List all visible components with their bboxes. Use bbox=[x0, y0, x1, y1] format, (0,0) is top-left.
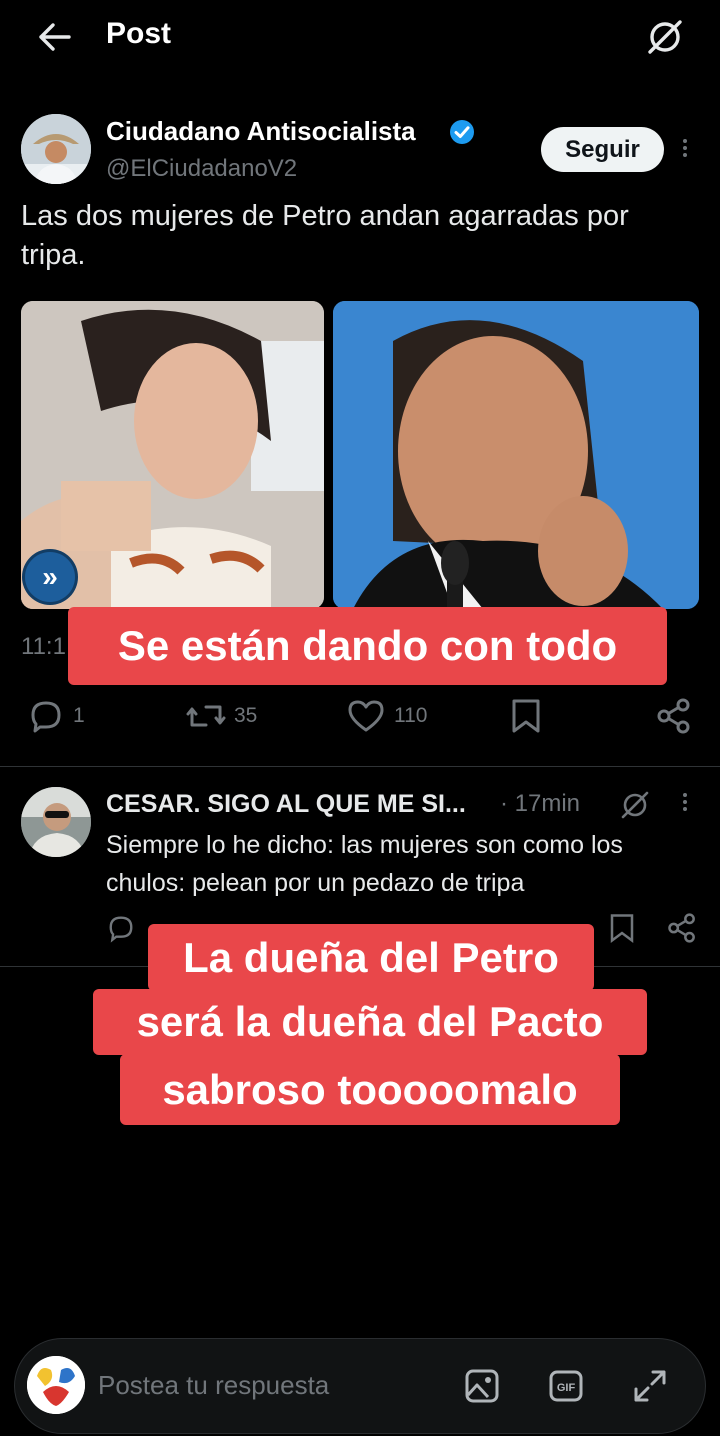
post-image-2[interactable] bbox=[333, 301, 699, 609]
reply-button[interactable] bbox=[106, 914, 136, 948]
svg-text:GIF: GIF bbox=[557, 1382, 576, 1394]
reply-author-avatar[interactable] bbox=[21, 787, 91, 857]
divider bbox=[0, 766, 720, 767]
author-name[interactable]: Ciudadano Antisocialista bbox=[106, 116, 416, 147]
overlay-caption-top: Se están dando con todo bbox=[68, 607, 667, 685]
grok-icon[interactable] bbox=[642, 14, 688, 60]
bookmark-icon bbox=[608, 913, 636, 949]
more-vertical-icon[interactable] bbox=[676, 790, 694, 818]
reply-count: 1 bbox=[73, 704, 85, 727]
top-bar: Post bbox=[0, 0, 720, 76]
media-scroll-button[interactable]: » bbox=[22, 549, 78, 605]
follow-button[interactable]: Seguir bbox=[541, 127, 664, 172]
back-arrow-icon[interactable] bbox=[34, 16, 76, 58]
bookmark-icon bbox=[510, 698, 542, 734]
reply-button[interactable]: 1 bbox=[27, 698, 85, 734]
reply-timestamp: · 17min bbox=[500, 790, 581, 817]
reply-icon bbox=[27, 698, 65, 734]
post-text: Las dos mujeres de Petro andan agarradas… bbox=[21, 200, 629, 271]
like-button[interactable]: 110 bbox=[346, 698, 427, 734]
share-icon bbox=[667, 913, 697, 949]
post-timestamp: 11:1 bbox=[21, 633, 66, 660]
repost-count: 35 bbox=[234, 704, 258, 727]
overlay-caption-line: sabroso tooooomalo bbox=[120, 1054, 620, 1125]
like-count: 110 bbox=[394, 704, 428, 727]
like-icon bbox=[346, 698, 386, 734]
reply-icon bbox=[106, 913, 136, 949]
author-handle[interactable]: @ElCiudadanoV2 bbox=[106, 155, 297, 183]
verified-badge-icon bbox=[448, 118, 476, 146]
overlay-caption-line: La dueña del Petro bbox=[148, 924, 594, 991]
page-title: Post bbox=[106, 17, 172, 50]
image-icon[interactable] bbox=[462, 1366, 502, 1406]
repost-icon bbox=[186, 699, 226, 733]
share-button[interactable] bbox=[656, 698, 692, 734]
reply-text: Siempre lo he dicho: las mujeres son com… bbox=[106, 831, 623, 897]
bookmark-button[interactable] bbox=[510, 698, 542, 734]
current-user-avatar bbox=[27, 1356, 85, 1414]
reply-input[interactable]: Postea tu respuesta bbox=[98, 1370, 329, 1401]
repost-button[interactable]: 35 bbox=[186, 698, 257, 734]
reply-author-name[interactable]: CESAR. SIGO AL QUE ME SI... bbox=[106, 790, 466, 819]
more-vertical-icon[interactable] bbox=[676, 136, 694, 164]
expand-icon[interactable] bbox=[630, 1366, 670, 1406]
bookmark-button[interactable] bbox=[608, 914, 636, 948]
share-icon bbox=[656, 698, 692, 734]
gif-icon[interactable]: GIF bbox=[546, 1366, 586, 1406]
share-button[interactable] bbox=[667, 913, 697, 949]
overlay-caption-line: será la dueña del Pacto bbox=[93, 989, 647, 1055]
grok-icon[interactable] bbox=[618, 789, 652, 821]
author-avatar[interactable] bbox=[21, 114, 91, 184]
